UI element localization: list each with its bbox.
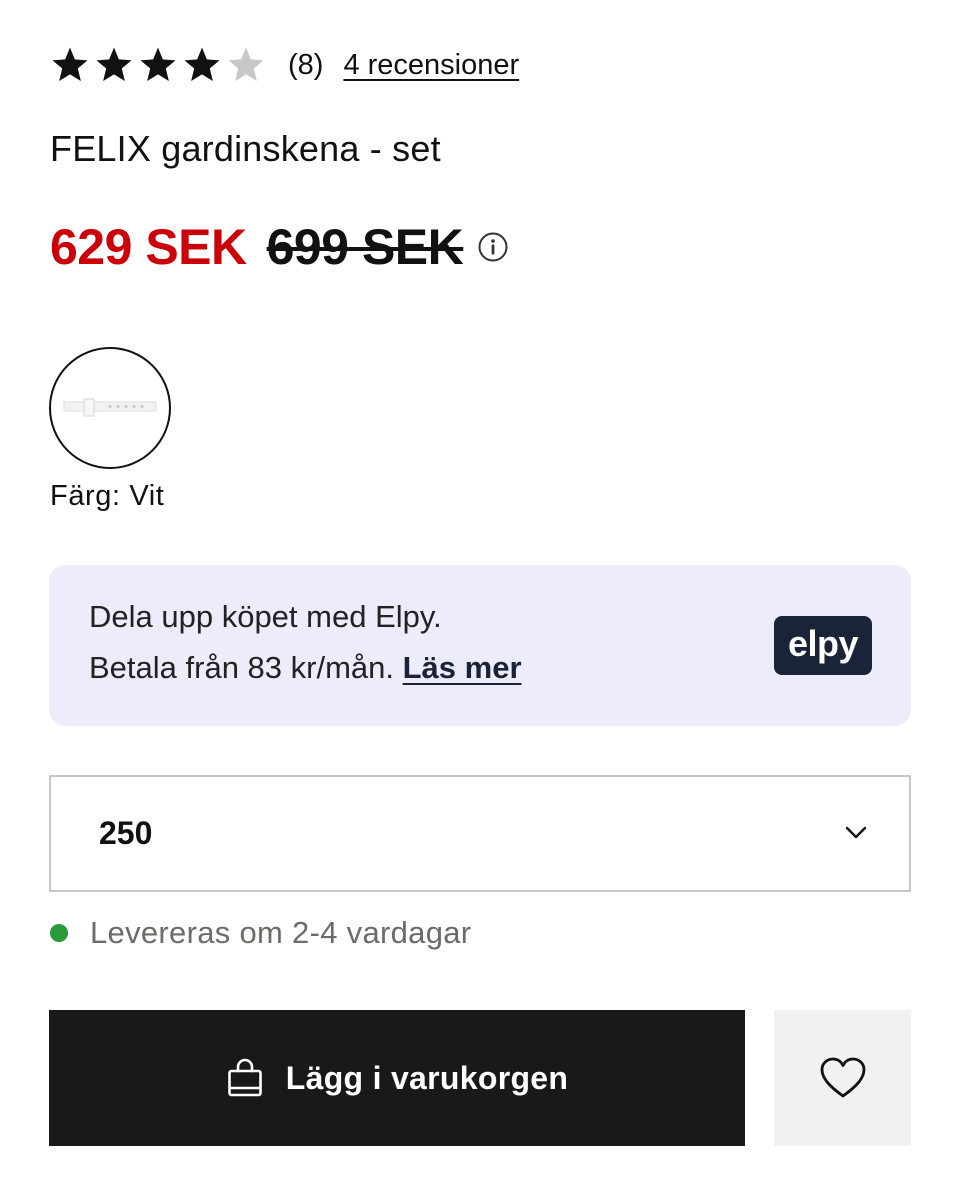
elpy-logo: elpy [774, 616, 872, 675]
shopping-bag-icon [227, 1058, 262, 1097]
add-to-cart-label: Lägg i varukorgen [285, 1059, 569, 1096]
delivery-text: Levereras om 2-4 vardagar [90, 915, 472, 950]
star-empty-icon [228, 47, 264, 81]
info-icon[interactable] [477, 231, 509, 263]
status-dot-icon [50, 924, 68, 942]
size-select[interactable]: 250 [49, 775, 911, 892]
star-icon [184, 47, 220, 81]
rating-row: (8) 4 recensioner [50, 40, 519, 90]
curtain-rail-thumbnail [63, 398, 157, 417]
delivery-status: Levereras om 2-4 vardagar [50, 912, 471, 954]
rating-count: (8) [288, 48, 324, 81]
read-more-link[interactable]: Läs mer [403, 650, 522, 685]
add-to-cart-button[interactable]: Lägg i varukorgen [49, 1010, 745, 1146]
original-price: 699 SEK [266, 219, 464, 275]
heart-icon [820, 1057, 865, 1098]
financing-text-line2: Betala från 83 kr/mån. Läs mer [89, 650, 522, 686]
star-icon [96, 47, 132, 81]
wishlist-button[interactable] [774, 1010, 911, 1146]
product-title: FELIX gardinskena - set [50, 128, 441, 169]
chevron-down-icon [845, 826, 867, 839]
star-icon [140, 47, 176, 81]
color-label: Färg: Vit [50, 480, 165, 512]
financing-monthly-text: Betala från 83 kr/mån. [89, 650, 394, 685]
financing-text-line1: Dela upp köpet med Elpy. [89, 599, 442, 634]
size-selected-value: 250 [99, 815, 153, 851]
financing-banner: Dela upp köpet med Elpy. Betala från 83 … [49, 565, 911, 726]
star-rating [50, 45, 266, 85]
color-swatch-white[interactable] [49, 347, 171, 469]
reviews-link[interactable]: 4 recensioner [343, 49, 519, 82]
price-row: 629 SEK 699 SEK [50, 215, 509, 279]
star-icon [52, 47, 88, 81]
sale-price: 629 SEK [50, 219, 247, 275]
